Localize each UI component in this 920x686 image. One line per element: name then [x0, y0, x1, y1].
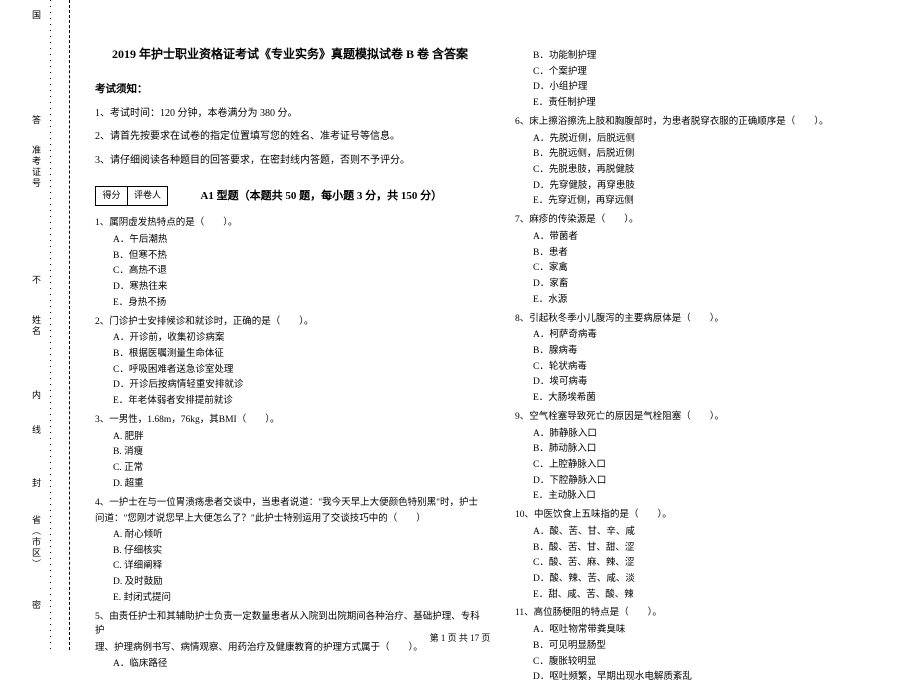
q7-opt-c: C．家禽	[533, 261, 905, 276]
question-7: 7、麻疹的传染源是（ ）。	[515, 213, 905, 228]
right-column: B．功能制护理 C．个案护理 D．小组护理 E．责任制护理 6、床上擦浴擦洗上肢…	[515, 20, 905, 686]
q8-opt-a: A．柯萨奇病毒	[533, 328, 905, 343]
q2-opt-b: B．根据医嘱测量生命体征	[113, 347, 485, 362]
instruction-1: 1、考试时间：120 分钟，本卷满分为 380 分。	[95, 106, 485, 122]
section-a-title: A1 型题（本题共 50 题，每小题 3 分，共 150 分）	[200, 188, 442, 205]
q10-opt-b: B．酸、苦、甘、甜、涩	[533, 541, 905, 556]
q1-opt-a: A．午后潮热	[113, 233, 485, 248]
q10-opt-d: D．酸、辣、苦、咸、淡	[533, 572, 905, 587]
q1-opt-d: D．寒热往来	[113, 280, 485, 295]
q6-opt-d: D．先穿健肢，再穿患肢	[533, 179, 905, 194]
q2-opt-a: A．开诊前，收集初诊病案	[113, 331, 485, 346]
q10-opt-a: A．酸、苦、甘、辛、咸	[533, 525, 905, 540]
binding-label: 内	[30, 390, 43, 401]
q5-opt-c: C．个案护理	[533, 65, 905, 80]
q4-opt-c: C. 详细阐释	[113, 559, 485, 574]
exam-title: 2019 年护士职业资格证考试《专业实务》真题模拟试卷 B 卷 含答案	[95, 45, 485, 64]
question-8: 8、引起秋冬季小儿腹泻的主要病原体是（ ）。	[515, 312, 905, 327]
question-1: 1、属阴虚发热特点的是（ ）。	[95, 216, 485, 231]
q11-opt-d: D．呕吐频繁，早期出现水电解质紊乱	[533, 670, 905, 685]
q7-opt-a: A．带菌者	[533, 230, 905, 245]
instruction-2: 2、请首先按要求在试卷的指定位置填写您的姓名、准考证号等信息。	[95, 129, 485, 145]
q5-opt-b: B．功能制护理	[533, 49, 905, 64]
q3-opt-d: D. 超重	[113, 477, 485, 492]
score-col-grader: 评卷人	[128, 187, 167, 205]
binding-label: 线	[30, 425, 43, 436]
q10-opt-e: E．甜、咸、苦、酸、辣	[533, 588, 905, 603]
page-footer: 第 1 页 共 17 页	[0, 631, 920, 644]
q9-opt-d: D．下腔静脉入口	[533, 474, 905, 489]
q5-opt-e: E．责任制护理	[533, 96, 905, 111]
q2-opt-d: D．开诊后按病情轻重安排就诊	[113, 378, 485, 393]
q5-opt-a: A．临床路径	[113, 657, 485, 672]
question-10: 10、中医饮食上五味指的是（ ）。	[515, 508, 905, 523]
q7-opt-e: E．水源	[533, 293, 905, 308]
binding-label: 封	[30, 478, 43, 489]
q9-opt-b: B．肺动脉入口	[533, 442, 905, 457]
q10-opt-c: C．酸、苦、麻、辣、涩	[533, 556, 905, 571]
score-table: 得分 评卷人	[95, 186, 168, 206]
instruction-3: 3、请仔细阅读各种题目的回答要求，在密封线内答题，否则不予评分。	[95, 153, 485, 169]
q8-opt-d: D．埃可病毒	[533, 375, 905, 390]
q8-opt-b: B．腺病毒	[533, 344, 905, 359]
question-4-line2: 问道："您刚才说您早上大便怎么了？"此护士特别运用了交谈技巧中的（ ）	[95, 512, 485, 527]
notice-heading: 考试须知：	[95, 82, 485, 98]
q7-opt-b: B．患者	[533, 246, 905, 261]
binding-label: 答	[30, 115, 43, 126]
score-col-score: 得分	[96, 187, 128, 205]
q9-opt-a: A．肺静脉入口	[533, 427, 905, 442]
q5-opt-d: D．小组护理	[533, 80, 905, 95]
q9-opt-c: C．上腔静脉入口	[533, 458, 905, 473]
q2-opt-c: C．呼吸困难者送急诊室处理	[113, 363, 485, 378]
q6-opt-b: B．先脱远侧，后脱近侧	[533, 147, 905, 162]
q8-opt-c: C．轮状病毒	[533, 360, 905, 375]
q9-opt-e: E．主动脉入口	[533, 489, 905, 504]
q4-opt-d: D. 及时鼓励	[113, 575, 485, 590]
binding-label: 不	[30, 275, 43, 286]
binding-label: 省（市区）	[30, 515, 43, 570]
q3-opt-a: A. 肥胖	[113, 430, 485, 445]
q1-opt-c: C．高热不退	[113, 264, 485, 279]
binding-label: 姓名	[30, 315, 43, 337]
q7-opt-d: D．家畜	[533, 277, 905, 292]
binding-label: 准考证号	[30, 145, 43, 189]
q3-opt-b: B. 消瘦	[113, 445, 485, 460]
question-2: 2、门诊护士安排候诊和就诊时，正确的是（ ）。	[95, 315, 485, 330]
q4-opt-b: B. 仔细核实	[113, 544, 485, 559]
binding-label: 国	[30, 10, 43, 21]
q6-opt-c: C．先脱患肢，再脱健肢	[533, 163, 905, 178]
q11-opt-c: C．腹胀较明显	[533, 655, 905, 670]
q1-opt-b: B．但寒不热	[113, 249, 485, 264]
q8-opt-e: E．大肠埃希菌	[533, 391, 905, 406]
q4-opt-e: E. 封闭式提问	[113, 591, 485, 606]
q3-opt-c: C. 正常	[113, 461, 485, 476]
question-6: 6、床上擦浴擦洗上肢和胸腹部时，为患者脱穿衣服的正确顺序是（ ）。	[515, 115, 905, 130]
binding-label: 密	[30, 600, 43, 611]
question-9: 9、空气栓塞导致死亡的原因是气栓阻塞（ ）。	[515, 410, 905, 425]
question-11: 11、高位肠梗阻的特点是（ ）。	[515, 606, 905, 621]
left-column: 2019 年护士职业资格证考试《专业实务》真题模拟试卷 B 卷 含答案 考试须知…	[95, 20, 485, 686]
q6-opt-e: E．先穿近侧，再穿远侧	[533, 194, 905, 209]
question-4-line1: 4、一护士在与一位胃溃疡患者交谈中，当患者说道："我今天早上大便颜色特别黑"时，…	[95, 496, 485, 511]
q6-opt-a: A．先脱近侧，后脱远侧	[533, 132, 905, 147]
q2-opt-e: E．年老体弱者安排提前就诊	[113, 394, 485, 409]
q4-opt-a: A. 耐心倾听	[113, 528, 485, 543]
question-3: 3、一男性，1.68m，76kg，其BMI（ ）。	[95, 413, 485, 428]
q1-opt-e: E．身热不扬	[113, 296, 485, 311]
